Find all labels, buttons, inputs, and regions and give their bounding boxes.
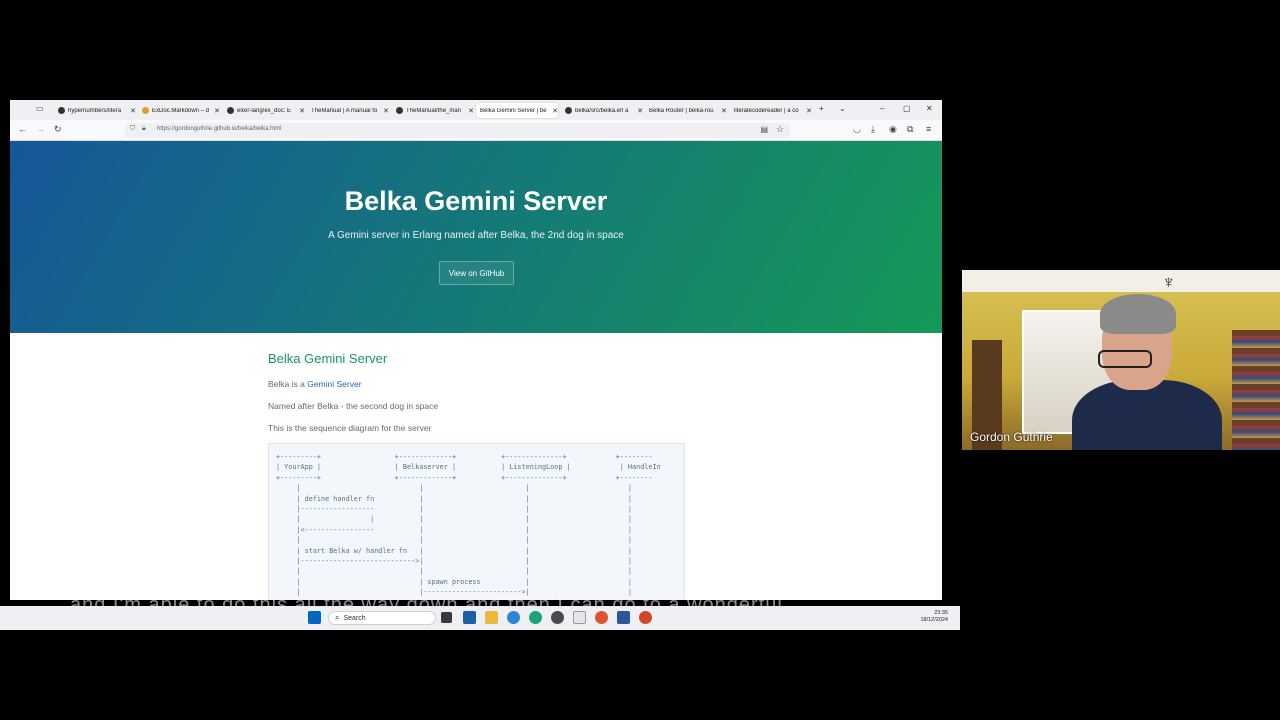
page-heading: Belka Gemini Server [268, 351, 388, 366]
tab-title: Belka Router | belka-rou [649, 107, 714, 114]
store-icon[interactable] [463, 611, 476, 624]
view-on-github-button[interactable]: View on GitHub [439, 261, 514, 285]
tab-title: TheManual | A manual fo [311, 107, 378, 114]
close-tab-icon[interactable]: ✕ [383, 107, 389, 115]
navigation-bar: ← → ↻ ⛉ 🔒︎ https://gordonguthrie.github.… [10, 120, 942, 141]
video-caption: and I'm able to do this all the way down… [70, 594, 783, 606]
bookmark-star-icon[interactable]: ☆ [776, 124, 784, 135]
github-icon [565, 107, 572, 114]
close-tab-icon[interactable]: ✕ [637, 107, 643, 115]
search-icon: ⌕ [335, 613, 340, 622]
tab-title: literatecodereader | a co [734, 107, 799, 114]
reload-icon[interactable]: ↻ [54, 124, 62, 135]
system-clock[interactable]: 23:35 18/12/2024 [920, 610, 948, 624]
github-icon [396, 107, 403, 114]
lock-icon[interactable]: 🔒︎ [142, 125, 146, 133]
tab-title: elixir-lang/ex_doc: E [237, 107, 292, 114]
tab-title: ExDoc.Markdown – d [152, 107, 210, 114]
file-explorer-icon[interactable] [485, 611, 498, 624]
tab-overview-icon[interactable]: ▭ [36, 104, 44, 113]
named-after-paragraph: Named after Belka - the second dog in sp… [268, 401, 439, 411]
exdoc-icon [142, 107, 149, 114]
windows-start-icon[interactable] [308, 611, 321, 624]
close-tab-icon[interactable]: ✕ [299, 107, 305, 115]
hero-banner: Belka Gemini Server A Gemini server in E… [10, 141, 942, 333]
browser-tab[interactable]: literatecodereader | a co ✕ [730, 103, 812, 118]
browser-tab[interactable]: ExDoc.Markdown – d ✕ [138, 103, 220, 118]
edge-icon[interactable] [507, 611, 520, 624]
close-tab-icon[interactable]: ✕ [552, 107, 558, 115]
tab-list-chevron-icon[interactable]: ⌄ [839, 104, 846, 113]
account-icon[interactable]: ◉ [889, 124, 897, 135]
browser-tab[interactable]: hypernumbers/litera ✕ [54, 103, 136, 118]
reader-view-icon[interactable]: ▤ [760, 125, 768, 134]
firefox-icon[interactable] [595, 611, 608, 624]
downloads-icon[interactable]: ⤓ [871, 124, 875, 135]
sequence-diagram-intro: This is the sequence diagram for the ser… [268, 423, 432, 433]
close-window-icon[interactable]: ✕ [926, 104, 933, 113]
taskbar-search[interactable]: ⌕ Search [328, 611, 436, 625]
intro-paragraph: Belka is a Gemini Server [268, 379, 362, 389]
browser-tab[interactable]: Belka Gemini Server | be ✕ [476, 103, 558, 118]
minimize-icon[interactable]: – [880, 104, 884, 113]
terminal-icon[interactable] [573, 611, 586, 624]
chandelier-icon: ♆ [1162, 272, 1176, 292]
task-view-icon[interactable] [441, 612, 452, 623]
github-icon [58, 107, 65, 114]
close-tab-icon[interactable]: ✕ [130, 107, 136, 115]
browser-tab[interactable]: TheManual/the_man ✕ [392, 103, 474, 118]
close-tab-icon[interactable]: ✕ [721, 107, 727, 115]
app-icon[interactable] [551, 611, 564, 624]
github-icon [227, 107, 234, 114]
browser-tab[interactable]: Belka Router | belka-rou ✕ [645, 103, 727, 118]
tab-title: Belka Gemini Server | be [480, 107, 547, 114]
powerpoint-icon[interactable] [639, 611, 652, 624]
browser-window: ▭ hypernumbers/litera ✕ ExDoc.Markdown – d… [10, 100, 942, 600]
browser-tab[interactable]: belka/src/belka.erl a ✕ [561, 103, 643, 118]
tab-bar: ▭ hypernumbers/litera ✕ ExDoc.Markdown – d… [10, 100, 942, 120]
tab-title: hypernumbers/litera [68, 107, 122, 114]
sequence-diagram-code-block: +---------+ +-------------+ +-----------… [268, 443, 685, 600]
bookshelf [1232, 330, 1280, 450]
windows-taskbar: ⌕ Search 23:35 18/12/2024 [0, 606, 960, 630]
new-tab-icon[interactable]: + [819, 104, 824, 113]
browser-tab[interactable]: TheManual | A manual fo ✕ [307, 103, 389, 118]
sequence-diagram-code: +---------+ +-------------+ +-----------… [276, 453, 661, 597]
forward-icon[interactable]: → [36, 124, 45, 134]
back-icon[interactable]: ← [18, 124, 27, 134]
hero-tagline: A Gemini server in Erlang named after Be… [328, 230, 624, 241]
maximize-icon[interactable]: ▢ [903, 104, 911, 113]
extensions-icon[interactable]: ⧉ [907, 124, 913, 135]
pocket-icon[interactable]: ◡ [853, 124, 861, 135]
close-tab-icon[interactable]: ✕ [806, 107, 812, 115]
close-tab-icon[interactable]: ✕ [214, 107, 220, 115]
address-bar[interactable]: ⛉ 🔒︎ https://gordonguthrie.github.io/bel… [125, 123, 790, 138]
webcam-video: ♆ Gordon Guthrie [962, 270, 1280, 450]
speaker [1072, 294, 1222, 450]
word-icon[interactable] [617, 611, 630, 624]
gemini-server-link[interactable]: Gemini Server [307, 379, 361, 389]
url-text[interactable]: https://gordonguthrie.github.io/belka/be… [157, 126, 281, 132]
tab-title: belka/src/belka.erl a [575, 107, 629, 114]
hero-title: Belka Gemini Server [344, 186, 608, 216]
tab-title: TheManual/the_man [406, 107, 462, 114]
menu-icon[interactable]: ≡ [926, 124, 931, 134]
browser-tab[interactable]: elixir-lang/ex_doc: E ✕ [223, 103, 305, 118]
shield-icon[interactable]: ⛉ [130, 125, 135, 133]
chrome-icon[interactable] [529, 611, 542, 624]
participant-name: Gordon Guthrie [970, 430, 1053, 444]
close-tab-icon[interactable]: ✕ [468, 107, 474, 115]
